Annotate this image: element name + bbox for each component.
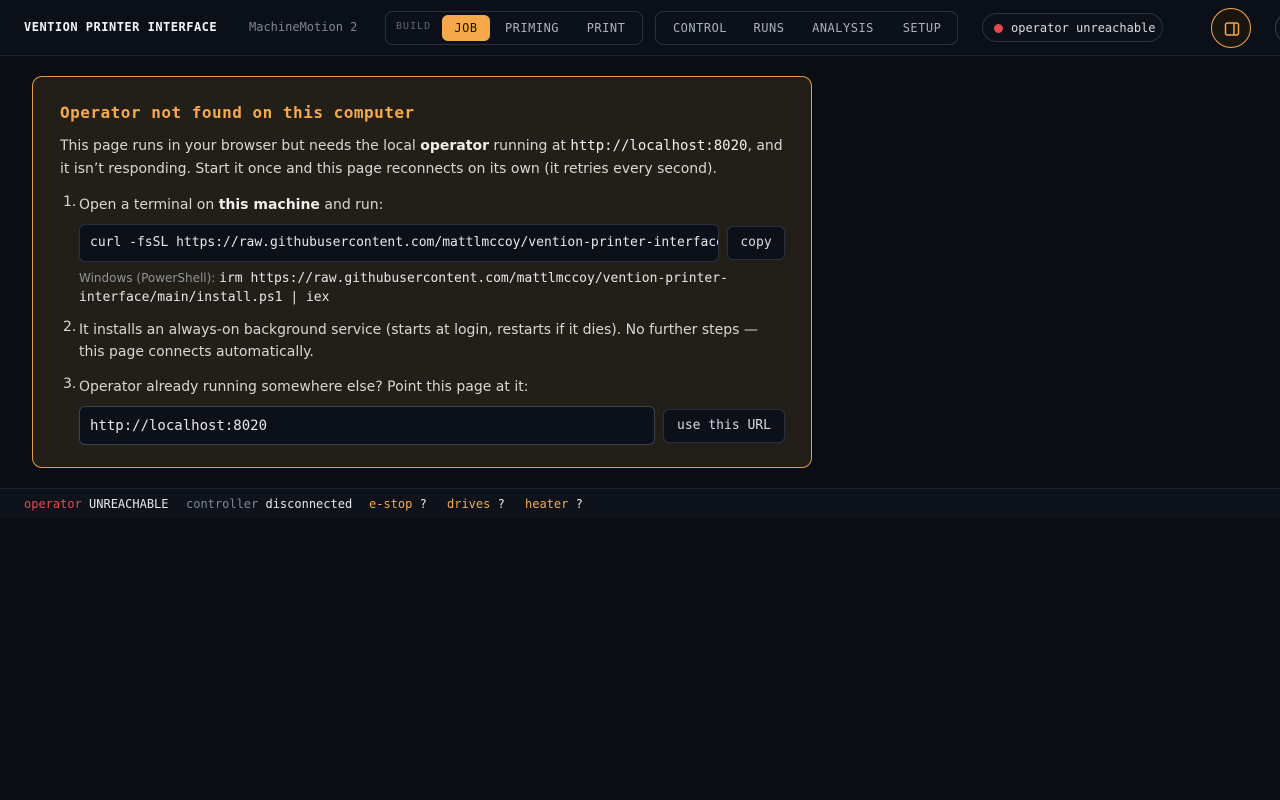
- tab-print[interactable]: PRINT: [576, 15, 636, 41]
- intro-paragraph: This page runs in your browser but needs…: [60, 135, 790, 181]
- sidebar-panel-icon: [1224, 22, 1240, 36]
- intro-text-2: running at: [488, 138, 571, 154]
- step-1-post: and run:: [319, 197, 384, 213]
- step-2-number: 2.: [63, 319, 77, 335]
- top-bar: VENTION PRINTER INTERFACE MachineMotion …: [0, 0, 1280, 56]
- status-heater-key: heater: [525, 497, 569, 511]
- status-controller: controller disconnected: [186, 497, 352, 511]
- status-drives: drives ?: [447, 497, 505, 511]
- status-heater-value: ?: [575, 497, 583, 511]
- status-controller-key: controller: [186, 497, 259, 511]
- intro-text-1: This page runs in your browser but needs…: [60, 138, 421, 154]
- tab-priming[interactable]: PRIMING: [496, 15, 568, 41]
- status-drives-key: drives: [447, 497, 491, 511]
- status-estop-value: ?: [419, 497, 427, 511]
- windows-label: Windows (PowerShell):: [79, 271, 220, 285]
- intro-url: http://localhost:8020: [570, 138, 748, 154]
- step-1-text: Open a terminal on this machine and run:: [79, 194, 779, 216]
- operator-status-text: operator unreachable: [1011, 21, 1156, 35]
- main-tab-group: CONTROL RUNS ANALYSIS SETUP: [655, 11, 958, 45]
- intro-operator: operator: [420, 138, 489, 154]
- tab-setup[interactable]: SETUP: [892, 15, 952, 41]
- status-controller-value: disconnected: [265, 497, 353, 511]
- status-operator-key: operator: [24, 497, 82, 511]
- status-dot-icon: [994, 24, 1003, 33]
- step-1-bold: this machine: [218, 197, 320, 213]
- status-heater: heater ?: [525, 497, 583, 511]
- step-3-text: Operator already running somewhere else?…: [79, 379, 529, 395]
- tab-job[interactable]: JOB: [442, 15, 490, 41]
- step-2-text: It installs an always-on background serv…: [79, 322, 758, 360]
- app-subtitle: MachineMotion 2: [249, 20, 358, 34]
- build-tab-group: BUILD JOB PRIMING PRINT: [385, 11, 643, 45]
- status-bar: operator UNREACHABLE controller disconne…: [0, 488, 1280, 519]
- tab-control[interactable]: CONTROL: [662, 15, 738, 41]
- tab-runs[interactable]: RUNS: [744, 15, 794, 41]
- card-title: Operator not found on this computer: [60, 103, 415, 122]
- status-operator-value: UNREACHABLE: [89, 497, 169, 511]
- operator-status-badge: operator unreachable: [982, 13, 1163, 42]
- tab-analysis[interactable]: ANALYSIS: [802, 15, 884, 41]
- install-command[interactable]: curl -fsSL https://raw.githubusercontent…: [90, 235, 718, 250]
- status-estop: e-stop ?: [369, 497, 427, 511]
- status-drives-value: ?: [497, 497, 505, 511]
- app-title: VENTION PRINTER INTERFACE: [24, 20, 218, 34]
- windows-instructions: Windows (PowerShell): irm https://raw.gi…: [79, 269, 779, 307]
- overflow-button[interactable]: [1275, 12, 1280, 44]
- toggle-panel-button[interactable]: [1211, 8, 1251, 48]
- copy-button[interactable]: copy: [727, 226, 785, 260]
- status-operator: operator UNREACHABLE: [24, 497, 169, 511]
- operator-url-input[interactable]: [79, 406, 655, 445]
- step-3-number: 3.: [63, 376, 77, 392]
- operator-not-found-card: Operator not found on this computer This…: [32, 76, 812, 468]
- use-url-button[interactable]: use this URL: [663, 409, 785, 443]
- install-command-box[interactable]: curl -fsSL https://raw.githubusercontent…: [79, 224, 719, 262]
- step-1-pre: Open a terminal on: [79, 197, 219, 213]
- status-estop-key: e-stop: [369, 497, 413, 511]
- step-1-number: 1.: [63, 194, 77, 210]
- build-group-label: BUILD: [396, 21, 432, 32]
